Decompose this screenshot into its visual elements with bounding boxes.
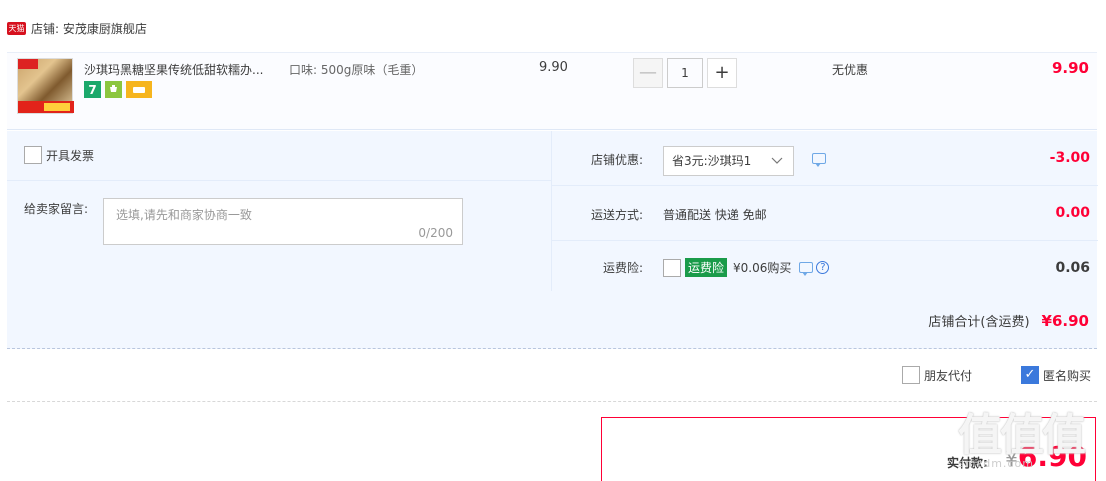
product-title-link[interactable]: 沙琪玛黑糖坚果传统低甜软糯办...	[84, 61, 284, 78]
shipping-method: 普通配送 快递 免邮	[663, 208, 767, 222]
seven-day-return-icon[interactable]: 7	[84, 81, 101, 98]
friend-pay-option[interactable]: 朋友代付	[902, 366, 972, 384]
friend-pay-label: 朋友代付	[924, 368, 973, 383]
quantity-input[interactable]: 1	[667, 58, 703, 88]
shop-coupon-value: 省3元:沙琪玛1	[672, 154, 752, 168]
quantity-plus-button[interactable]: +	[707, 58, 737, 88]
invoice-option[interactable]: 开具发票	[24, 146, 94, 164]
shop-header: 天猫 店铺: 安茂康厨旗舰店	[7, 18, 147, 38]
shop-coupon-select[interactable]: 省3元:沙琪玛1	[663, 146, 794, 176]
shop-coupon-row: 店铺优惠: 省3元:沙琪玛1 -3.00	[552, 131, 1098, 186]
message-char-count: 0/200	[418, 226, 453, 240]
unit-price: 9.90	[539, 60, 568, 75]
anonymous-checkbox[interactable]: ✓	[1021, 366, 1039, 384]
credit-card-icon[interactable]	[126, 81, 152, 98]
product-sku: 口味: 500g原味（毛重）	[289, 63, 424, 77]
shop-total: 店铺合计(含运费) ¥6.90	[928, 311, 1089, 330]
seller-message-input[interactable]: 选填,请先和商家协商一致 0/200	[103, 198, 463, 245]
divider	[7, 180, 551, 181]
anonymous-label: 匿名购买	[1043, 368, 1092, 383]
shop-total-value: ¥6.90	[1041, 312, 1089, 330]
chat-bubble-icon[interactable]	[812, 153, 826, 167]
service-tags: 7	[84, 81, 152, 98]
shop-guarantee-icon[interactable]	[105, 81, 122, 98]
quantity-minus-button[interactable]: —	[633, 58, 663, 88]
pay-options: 朋友代付 ✓ 匿名购买	[7, 352, 1097, 402]
watermark-text: 值值值	[958, 410, 1086, 461]
insurance-row: 运费险: 运费险 ¥0.06购买 ? 0.06	[552, 241, 1098, 291]
tmall-badge-icon: 天猫	[7, 21, 26, 35]
shipping-row: 运送方式: 普通配送 快递 免邮 0.00	[552, 186, 1098, 241]
friend-pay-checkbox[interactable]	[902, 366, 920, 384]
insurance-amount: 0.06	[1055, 260, 1090, 276]
message-label: 给卖家留言:	[24, 202, 89, 216]
order-options-right: 店铺优惠: 省3元:沙琪玛1 -3.00 运送方式: 普通配送 快递 免邮 0.…	[551, 131, 1098, 291]
shipping-amount: 0.00	[1055, 205, 1090, 221]
site-watermark: 值值值 smzdm.com	[958, 399, 1104, 481]
watermark-domain: smzdm.com	[958, 457, 1034, 470]
insurance-label: 运费险:	[602, 261, 643, 275]
order-options-left: 开具发票 给卖家留言: 选填,请先和商家协商一致 0/200	[7, 131, 551, 291]
shop-coupon-amount: -3.00	[1049, 150, 1090, 166]
product-thumbnail[interactable]	[17, 58, 74, 114]
invoice-label: 开具发票	[46, 148, 95, 163]
shop-coupon-label: 店铺优惠:	[590, 153, 643, 167]
shop-name-link[interactable]: 店铺: 安茂康厨旗舰店	[31, 20, 147, 37]
anonymous-option[interactable]: ✓ 匿名购买	[1021, 366, 1091, 384]
quantity-stepper: — 1 +	[633, 58, 737, 88]
cart-item-row: 沙琪玛黑糖坚果传统低甜软糯办... 7 口味: 500g原味（毛重） 9.90 …	[7, 52, 1097, 130]
item-subtotal: 9.90	[1051, 59, 1089, 77]
insurance-price: ¥0.06购买	[733, 261, 792, 275]
chevron-down-icon	[771, 147, 783, 185]
insurance-badge: 运费险	[685, 258, 728, 277]
shop-total-label: 店铺合计(含运费)	[928, 315, 1030, 330]
order-options-block: 开具发票 给卖家留言: 选填,请先和商家协商一致 0/200 店铺优惠: 省3元…	[7, 131, 1098, 349]
message-placeholder: 选填,请先和商家协商一致	[116, 208, 252, 222]
chat-bubble-icon[interactable]	[799, 262, 814, 276]
help-icon[interactable]: ?	[816, 261, 830, 274]
item-discount: 无优惠	[832, 63, 869, 77]
insurance-checkbox[interactable]	[663, 258, 681, 277]
insurance-option: 运费险 ¥0.06购买 ?	[663, 258, 830, 277]
invoice-checkbox[interactable]	[24, 146, 42, 164]
shipping-label: 运送方式:	[590, 208, 643, 222]
